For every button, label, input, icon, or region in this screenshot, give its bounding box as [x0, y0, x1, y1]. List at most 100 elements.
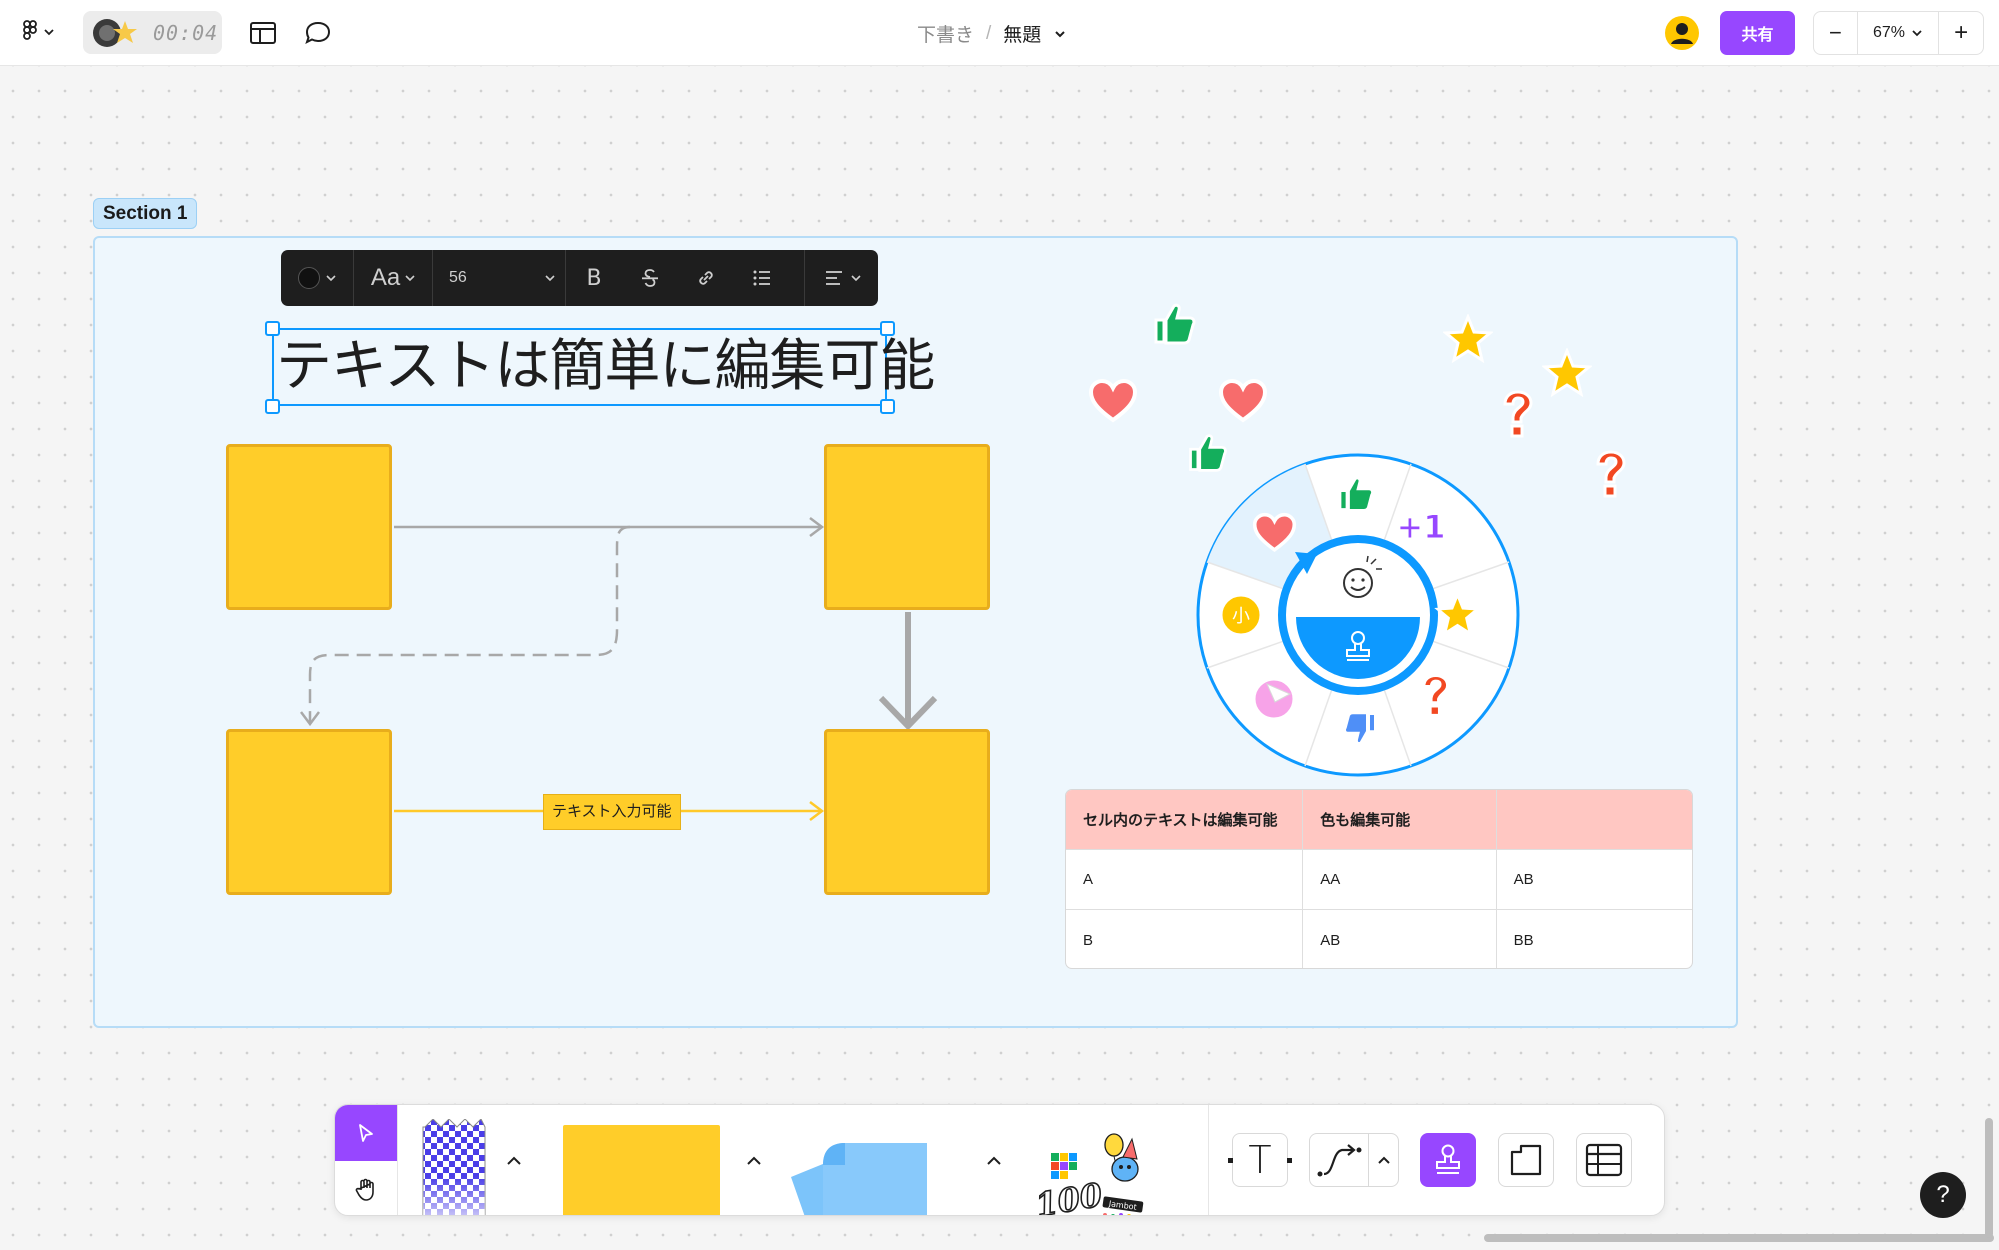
thumbs-up-stamp-icon[interactable]	[1150, 298, 1200, 348]
connector-tool-button[interactable]	[1310, 1134, 1368, 1186]
main-menu-button[interactable]	[14, 14, 60, 52]
breadcrumb-separator: /	[986, 22, 992, 44]
table-row: B AB BB	[1066, 910, 1692, 968]
resize-handle-bottom-right[interactable]	[880, 399, 895, 414]
chevron-down-icon	[545, 274, 555, 281]
avatar[interactable]	[1663, 14, 1701, 52]
stamp-reaction-wheel[interactable]: +1 小	[1195, 452, 1521, 778]
layout-button[interactable]	[245, 17, 281, 49]
font-family-picker[interactable]: Aa	[354, 250, 432, 306]
divider	[397, 1105, 398, 1215]
table-cell[interactable]: AA	[1303, 850, 1497, 909]
zoom-level-dropdown[interactable]: 67%	[1858, 12, 1940, 54]
strikethrough-button[interactable]	[622, 250, 678, 306]
share-button[interactable]: 共有	[1720, 11, 1795, 55]
zoom-level: 67%	[1872, 24, 1906, 41]
sticky-shape-top-left[interactable]	[226, 444, 392, 610]
chevron-down-icon	[405, 274, 415, 281]
bold-icon: B	[586, 265, 602, 291]
bullet-list-button[interactable]	[734, 250, 790, 306]
connector-options-button[interactable]	[1369, 1134, 1399, 1186]
font-size-value: 56	[449, 269, 467, 286]
sticky-shape-top-right[interactable]	[824, 444, 990, 610]
sticker-badge-text: 100	[1033, 1176, 1105, 1216]
widgets-icon: 100 Jambot	[1032, 1133, 1144, 1216]
help-button[interactable]: ?	[1920, 1172, 1966, 1218]
zoom-in-button[interactable]: +	[1939, 12, 1983, 54]
link-icon	[699, 271, 713, 285]
vertical-scrollbar[interactable]	[1985, 1118, 1993, 1238]
plus-one-icon[interactable]: +1	[1396, 508, 1446, 547]
question-stamp-icon[interactable]	[1495, 388, 1539, 440]
strikethrough-icon	[642, 269, 658, 287]
divider	[1208, 1105, 1209, 1215]
heading-text[interactable]: テキストは簡単に編集可能	[276, 330, 935, 402]
file-title[interactable]: 無題	[1003, 20, 1041, 47]
resize-handle-top-left[interactable]	[265, 321, 280, 336]
sticky-note-tool[interactable]	[563, 1125, 720, 1215]
pen-options-button[interactable]	[501, 1145, 527, 1177]
zoom-out-button[interactable]: −	[1814, 12, 1858, 54]
chevron-down-icon	[326, 274, 336, 281]
link-button[interactable]	[678, 250, 734, 306]
chevron-up-icon	[507, 1156, 521, 1165]
widgets-tool[interactable]: 100 Jambot	[1031, 1131, 1147, 1216]
table-header-cell[interactable]: セル内のテキストは編集可能	[1066, 790, 1304, 849]
connector-label[interactable]: テキスト入力可能	[543, 794, 681, 830]
hand-tool-button[interactable]	[335, 1161, 397, 1215]
heart-stamp-icon[interactable]	[1218, 378, 1268, 424]
sticker-peel-icon[interactable]	[1252, 677, 1296, 721]
sticky-options-button[interactable]	[741, 1145, 767, 1177]
heart-stamp-icon[interactable]	[1088, 378, 1138, 424]
section-label[interactable]: Section 1	[93, 198, 198, 229]
data-table[interactable]: セル内のテキストは編集可能 色も編集可能 A AA AB B AB BB	[1065, 789, 1693, 969]
text-align-picker[interactable]	[805, 250, 878, 306]
zoom-controls: − 67% +	[1813, 11, 1984, 55]
chevron-up-icon	[747, 1156, 761, 1165]
plus-icon: +	[1954, 19, 1969, 46]
table-cell[interactable]: AB	[1497, 850, 1692, 909]
comment-button[interactable]	[300, 17, 336, 49]
move-tool-button[interactable]	[335, 1105, 397, 1161]
small-badge-icon[interactable]: 小	[1219, 593, 1263, 637]
text-color-picker[interactable]	[281, 250, 353, 306]
table-icon	[1585, 1143, 1623, 1177]
horizontal-scrollbar[interactable]	[1484, 1234, 1994, 1242]
table-cell[interactable]: BB	[1497, 910, 1692, 968]
section-tool-button[interactable]	[1498, 1133, 1554, 1187]
resize-handle-bottom-left[interactable]	[265, 399, 280, 414]
table-header-cell[interactable]	[1497, 790, 1692, 849]
sticky-shape-bottom-left[interactable]	[226, 729, 392, 895]
table-cell[interactable]: B	[1066, 910, 1304, 968]
table-header-cell[interactable]: 色も編集可能	[1303, 790, 1497, 849]
breadcrumb-parent[interactable]: 下書き	[917, 20, 974, 47]
resize-handle-top-right[interactable]	[880, 321, 895, 336]
shape-stack-tool-icon[interactable]	[767, 1125, 937, 1216]
user-avatar-icon	[1665, 16, 1699, 50]
table-cell[interactable]: A	[1066, 850, 1304, 909]
question-stamp-icon[interactable]	[1588, 448, 1632, 500]
chevron-down-icon[interactable]	[1053, 29, 1067, 39]
handle-dot	[1287, 1158, 1292, 1163]
connector-icon	[1317, 1144, 1362, 1177]
chevron-up-icon	[987, 1156, 1001, 1165]
star-stamp-icon[interactable]	[1542, 348, 1592, 398]
text-tool-button[interactable]: T	[1228, 1133, 1292, 1187]
text-format-toolbar: Aa 56 B	[281, 250, 878, 306]
bold-button[interactable]: B	[566, 250, 622, 306]
timer-widget[interactable]: 00:04	[83, 11, 222, 54]
shape-options-button[interactable]	[981, 1145, 1007, 1177]
table-cell[interactable]: AB	[1303, 910, 1497, 968]
font-icon: Aa	[370, 264, 401, 291]
figma-logo-icon	[23, 20, 54, 40]
top-bar: 00:04 下書き / 無題 共有 − 67% +	[0, 0, 1999, 66]
marker-pen-icon[interactable]	[419, 1119, 489, 1216]
layout-icon	[250, 22, 276, 44]
minus-icon: −	[1828, 20, 1842, 45]
sticky-shape-bottom-right[interactable]	[824, 729, 990, 895]
font-size-picker[interactable]: 56	[433, 250, 565, 306]
table-tool-button[interactable]	[1576, 1133, 1632, 1187]
star-stamp-icon[interactable]	[1443, 314, 1493, 364]
timer-avatar-icon	[93, 19, 137, 47]
stamp-tool-button[interactable]	[1420, 1133, 1476, 1187]
